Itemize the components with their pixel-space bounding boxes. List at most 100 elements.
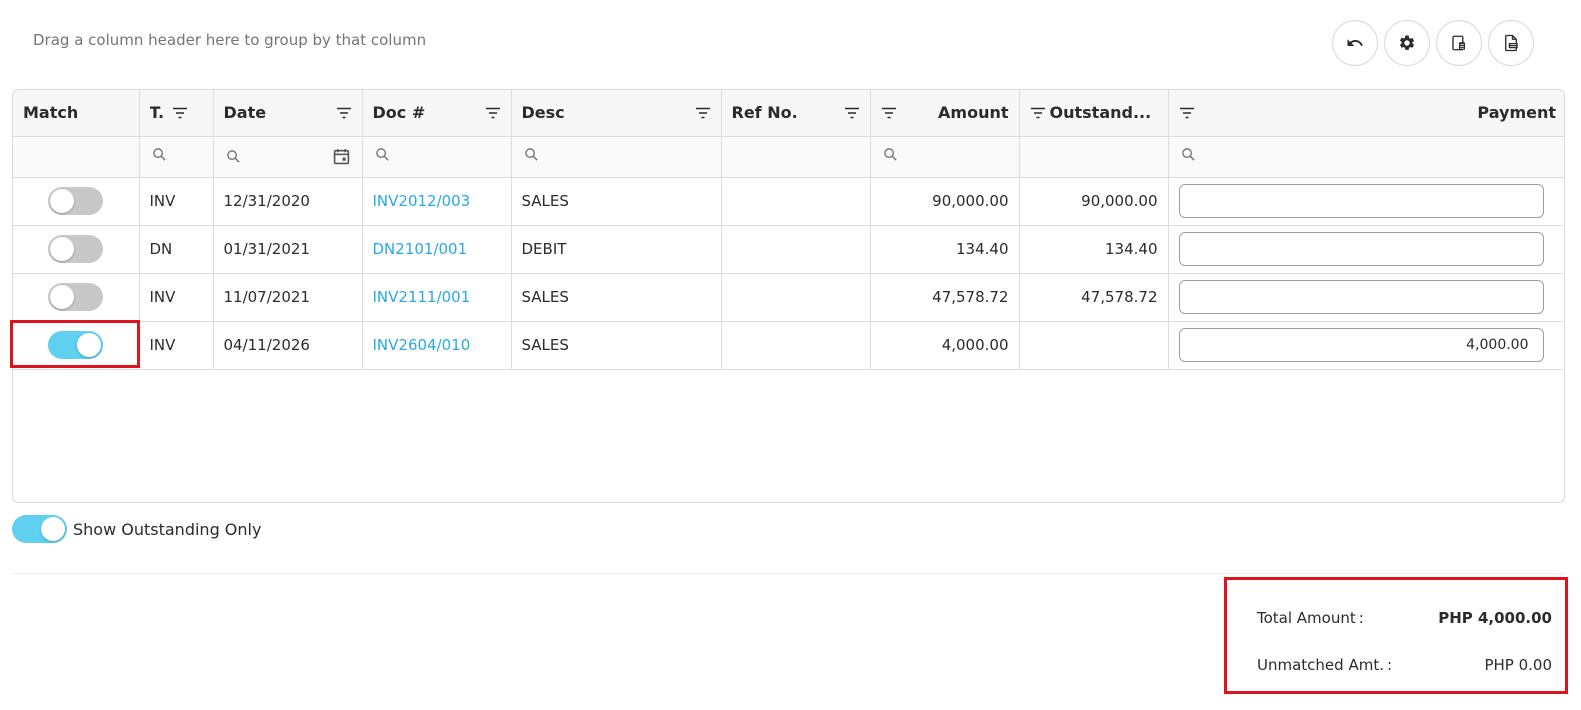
doc-link[interactable]: INV2111/001 [373, 288, 471, 306]
divider [12, 573, 1565, 574]
column-header-label: Ref No. [731, 103, 798, 123]
doc-cell: DN2101/001 [362, 225, 512, 274]
toggle-knob [50, 237, 75, 261]
column-header-match[interactable]: Match [13, 90, 140, 137]
search-icon [375, 148, 389, 161]
group-panel-hint: Drag a column header here to group by th… [33, 31, 427, 49]
filter-icon[interactable] [172, 107, 188, 119]
payment-cell [1168, 225, 1564, 274]
toggle-knob [77, 333, 102, 357]
desc-cell: DEBIT [511, 225, 722, 274]
column-header-desc[interactable]: Desc [511, 90, 722, 137]
filter-icon[interactable] [844, 107, 860, 119]
doc-link[interactable]: INV2604/010 [373, 336, 471, 354]
column-header-label: T. [149, 103, 165, 123]
filter-icon[interactable] [881, 107, 897, 119]
doc-cell: INV2012/003 [362, 177, 512, 226]
payment-input[interactable] [1178, 280, 1544, 314]
toggle-knob [41, 517, 65, 541]
grid-toolbar [1332, 20, 1534, 66]
desc-cell: SALES [511, 177, 722, 226]
column-header-ref[interactable]: Ref No. [721, 90, 871, 137]
column-chooser-icon [1452, 35, 1465, 51]
export-icon [1505, 34, 1518, 52]
column-chooser-button[interactable] [1436, 20, 1482, 66]
amount-cell: 134.40 [870, 225, 1020, 274]
payment-cell [1168, 321, 1564, 370]
payment-input[interactable] [1178, 184, 1544, 218]
match-cell [13, 273, 140, 322]
payment-cell [1168, 177, 1564, 226]
outstanding-cell: 90,000.00 [1019, 177, 1169, 226]
match-cell [13, 225, 140, 274]
filter-cell-date[interactable] [213, 136, 363, 178]
type-cell: INV [139, 177, 214, 226]
match-cell [13, 177, 140, 226]
desc-cell: SALES [511, 273, 722, 322]
doc-cell: INV2604/010 [362, 321, 512, 370]
search-icon [883, 148, 897, 161]
amount-cell: 47,578.72 [870, 273, 1020, 322]
column-header-label: Amount [938, 103, 1009, 123]
search-icon [152, 148, 166, 161]
search-icon [1181, 148, 1195, 161]
payment-input[interactable] [1178, 232, 1544, 266]
unmatched-amount-value: PHP 0.00 [1484, 656, 1552, 674]
filter-icon[interactable] [336, 107, 352, 119]
search-icon [226, 150, 240, 163]
table-row: DN 01/31/2021 DN2101/001 DEBIT 134.40 13… [13, 225, 1564, 274]
filter-cell-match [13, 136, 140, 178]
unmatched-amount-row: Unmatched Amt. : PHP 0.00 [1257, 656, 1552, 674]
column-header-label: Payment [1477, 103, 1556, 123]
column-header-label: Match [23, 103, 79, 123]
payment-cell [1168, 273, 1564, 322]
filter-icon[interactable] [485, 107, 501, 119]
column-header-label: Doc # [372, 103, 426, 123]
unmatched-amount-label: Unmatched Amt. : [1257, 656, 1393, 674]
column-header-date[interactable]: Date [213, 90, 363, 137]
totals-panel: Total Amount : PHP 4,000.00 Unmatched Am… [1224, 577, 1568, 694]
match-toggle[interactable] [48, 283, 104, 311]
filter-cell-doc[interactable] [362, 136, 512, 178]
column-header-amount[interactable]: Amount [870, 90, 1020, 137]
column-header-label: Desc [521, 103, 565, 123]
show-outstanding-control[interactable]: Show Outstanding Only [12, 515, 261, 543]
desc-cell: SALES [511, 321, 722, 370]
table-row: INV 12/31/2020 INV2012/003 SALES 90,000.… [13, 177, 1564, 226]
toggle-knob [50, 189, 75, 213]
payment-input[interactable] [1178, 328, 1544, 362]
column-header-label: Date [223, 103, 267, 123]
column-header-payment[interactable]: Payment [1168, 90, 1564, 137]
date-cell: 11/07/2021 [213, 273, 363, 322]
column-header-type[interactable]: T. [139, 90, 214, 137]
date-cell: 04/11/2026 [213, 321, 363, 370]
outstanding-cell: 47,578.72 [1019, 273, 1169, 322]
filter-cell-type[interactable] [139, 136, 214, 178]
table-row: INV 04/11/2026 INV2604/010 SALES 4,000.0… [13, 321, 1564, 370]
filter-icon[interactable] [695, 107, 711, 119]
ref-cell [721, 177, 871, 226]
column-header-outstanding[interactable]: Outstand... [1019, 90, 1169, 137]
calendar-icon[interactable] [333, 148, 350, 165]
invoice-grid: Match T. Date Doc # Desc Ref No. Amount … [12, 89, 1565, 503]
show-outstanding-toggle[interactable] [12, 515, 67, 543]
filter-icon[interactable] [1030, 107, 1046, 119]
type-cell: INV [139, 273, 214, 322]
match-toggle[interactable] [48, 235, 104, 263]
match-toggle[interactable] [48, 331, 104, 359]
type-cell: DN [139, 225, 214, 274]
export-button[interactable] [1488, 20, 1534, 66]
filter-cell-amount[interactable] [870, 136, 1020, 178]
settings-button[interactable] [1384, 20, 1430, 66]
undo-icon [1347, 39, 1363, 46]
doc-link[interactable]: DN2101/001 [373, 240, 468, 258]
filter-cell-desc[interactable] [511, 136, 722, 178]
undo-button[interactable] [1332, 20, 1378, 66]
filter-cell-outstanding [1019, 136, 1169, 178]
filter-cell-payment[interactable] [1168, 136, 1564, 178]
filter-icon[interactable] [1179, 107, 1195, 119]
doc-link[interactable]: INV2012/003 [373, 192, 471, 210]
amount-cell: 90,000.00 [870, 177, 1020, 226]
match-toggle[interactable] [48, 187, 104, 215]
column-header-doc[interactable]: Doc # [362, 90, 512, 137]
